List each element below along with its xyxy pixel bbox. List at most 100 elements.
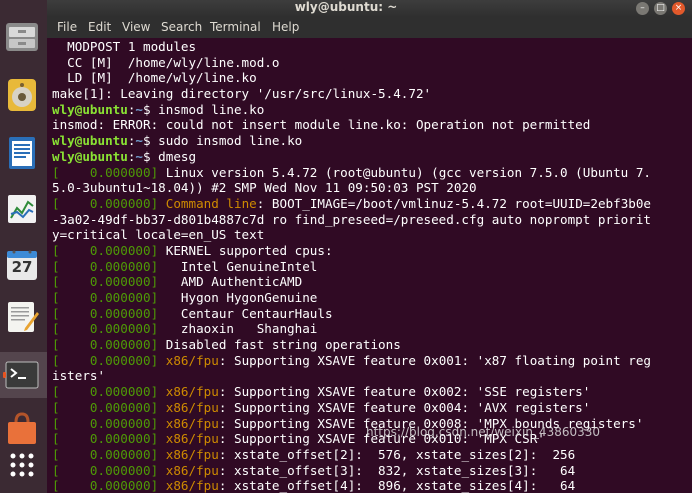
terminal-text-segment: y=critical locale=en_US text: [52, 227, 265, 243]
calendar-icon[interactable]: 27: [3, 246, 41, 284]
menu-help[interactable]: Help: [272, 17, 299, 38]
terminal-text-segment: wly@ubuntu: [52, 101, 128, 117]
terminal-text-segment: [ 0.000000]: [52, 337, 159, 353]
terminal-text-segment: x86/fpu: [165, 384, 219, 400]
terminal-text-segment: : Supporting XSAVE feature 0x004: 'AVX r…: [218, 399, 591, 415]
terminal-text-segment: ~: [135, 133, 144, 149]
menu-file[interactable]: File: [57, 17, 77, 38]
terminal-text-segment: : Supporting XSAVE feature 0x001: 'x87 f…: [218, 352, 652, 368]
terminal-text-segment: x86/fpu: [165, 415, 219, 431]
terminal-line: [ 0.000000] zhaoxin Shanghai: [52, 321, 692, 337]
minimize-icon[interactable]: –: [636, 2, 649, 15]
terminal-text-segment: wly@ubuntu: [52, 148, 128, 164]
terminal-text-segment: [ 0.000000]: [52, 164, 159, 180]
terminal-icon[interactable]: [3, 356, 41, 394]
terminal-text-segment: [ 0.000000]: [52, 258, 159, 274]
terminal-line: make[1]: Leaving directory '/usr/src/lin…: [52, 86, 692, 102]
terminal-text-segment: isters': [52, 368, 106, 384]
menu-view[interactable]: View: [122, 17, 150, 38]
terminal-text-segment: -3a02-49df-bb37-d801b4887c7d ro find_pre…: [52, 211, 651, 227]
terminal-text-segment: Command line: [165, 195, 257, 211]
terminal-line: -3a02-49df-bb37-d801b4887c7d ro find_pre…: [52, 212, 692, 228]
rhythmbox-icon[interactable]: [3, 76, 41, 114]
terminal-line: MODPOST 1 modules: [52, 39, 692, 55]
terminal-text-segment: Intel GenuineIntel: [158, 258, 318, 274]
menu-bar: File Edit View Search Terminal Help: [47, 17, 692, 38]
terminal-text-segment: [ 0.000000]: [52, 321, 159, 337]
terminal-line: y=critical locale=en_US text: [52, 227, 692, 243]
terminal-text-segment: x86/fpu: [165, 399, 219, 415]
terminal-line: [ 0.000000] AMD AuthenticAMD: [52, 274, 692, 290]
terminal-text-segment: KERNEL supported cpus:: [158, 242, 333, 258]
terminal-line: insmod: ERROR: could not insert module l…: [52, 117, 692, 133]
terminal-text-segment: $ dmesg: [143, 148, 197, 164]
terminal-line: CC [M] /home/wly/line.mod.o: [52, 55, 692, 71]
terminal-line: LD [M] /home/wly/line.ko: [52, 70, 692, 86]
window-title: wly@ubuntu: ~: [294, 0, 398, 14]
terminal-text-segment: [ 0.000000]: [52, 462, 159, 478]
files-icon[interactable]: [3, 18, 41, 56]
terminal-text-segment: [ 0.000000]: [52, 478, 159, 493]
calendar-day: 27: [11, 258, 33, 276]
text-editor-icon[interactable]: [3, 298, 41, 336]
terminal-text-segment: $ sudo insmod line.ko: [143, 133, 303, 149]
writer-icon[interactable]: [3, 134, 41, 172]
terminal-text-segment: [ 0.000000]: [52, 446, 159, 462]
terminal-text-segment: : BOOT_IMAGE=/boot/vmlinuz-5.4.72 root=U…: [256, 195, 652, 211]
menu-search[interactable]: Search: [161, 17, 202, 38]
close-icon[interactable]: ×: [672, 2, 685, 15]
terminal-line: [ 0.000000] Centaur CentaurHauls: [52, 306, 692, 322]
terminal-text-segment: [ 0.000000]: [52, 195, 159, 211]
terminal-text-segment: 5.0-3ubuntu1~18.04)) #2 SMP Wed Nov 11 0…: [52, 180, 477, 196]
terminal-text-segment: [ 0.000000]: [52, 305, 159, 321]
terminal-text-segment: : xstate_offset[2]: 576, xstate_sizes[2]…: [218, 446, 576, 462]
menu-terminal[interactable]: Terminal: [210, 17, 261, 38]
terminal-line: [ 0.000000] Linux version 5.4.72 (root@u…: [52, 165, 692, 181]
terminal-text-segment: x86/fpu: [165, 462, 219, 478]
terminal-text-segment: MODPOST 1 modules: [52, 39, 197, 54]
terminal-text-segment: x86/fpu: [165, 478, 219, 493]
menu-edit[interactable]: Edit: [88, 17, 111, 38]
terminal-text-segment: [ 0.000000]: [52, 242, 159, 258]
terminal-text-segment: LD [M] /home/wly/line.ko: [52, 70, 257, 86]
terminal-text-segment: insmod: ERROR: could not insert module l…: [52, 117, 591, 133]
terminal-line: isters': [52, 368, 692, 384]
terminal-text-segment: [ 0.000000]: [52, 431, 159, 447]
terminal-line: [ 0.000000] Intel GenuineIntel: [52, 259, 692, 275]
calc-icon[interactable]: [3, 190, 41, 228]
terminal-text-segment: x86/fpu: [165, 446, 219, 462]
launcher-dock: 27: [0, 0, 47, 493]
terminal-line: [ 0.000000] KERNEL supported cpus:: [52, 243, 692, 259]
terminal-text-segment: zhaoxin Shanghai: [158, 321, 318, 337]
maximize-icon[interactable]: □: [654, 2, 667, 15]
show-apps-icon[interactable]: [3, 446, 41, 484]
terminal-text-segment: $ insmod line.ko: [143, 101, 265, 117]
terminal-line: [ 0.000000] x86/fpu: Supporting XSAVE fe…: [52, 353, 692, 369]
terminal-text-segment: [ 0.000000]: [52, 415, 159, 431]
terminal-text-segment: : xstate_offset[3]: 832, xstate_sizes[3]…: [218, 462, 576, 478]
window-titlebar[interactable]: wly@ubuntu: ~ – □ ×: [0, 0, 692, 17]
terminal-text-segment: [ 0.000000]: [52, 384, 159, 400]
terminal-line: wly@ubuntu:~$ insmod line.ko: [52, 102, 692, 118]
terminal-line: [ 0.000000] Disabled fast string operati…: [52, 337, 692, 353]
terminal-text-segment: x86/fpu: [165, 431, 219, 447]
terminal-text-segment: make[1]: Leaving directory '/usr/src/lin…: [52, 86, 432, 102]
terminal-line: [ 0.000000] x86/fpu: xstate_offset[4]: 8…: [52, 478, 692, 493]
terminal-text-segment: Centaur CentaurHauls: [158, 305, 333, 321]
terminal-line: [ 0.000000] x86/fpu: xstate_offset[3]: 8…: [52, 463, 692, 479]
terminal-text-segment: ~: [135, 101, 144, 117]
terminal-text-segment: Linux version 5.4.72 (root@ubuntu) (gcc …: [158, 164, 651, 180]
terminal-line: [ 0.000000] x86/fpu: Supporting XSAVE fe…: [52, 384, 692, 400]
terminal-text-segment: : xstate_offset[4]: 896, xstate_sizes[4]…: [218, 478, 576, 493]
software-icon[interactable]: [3, 408, 41, 446]
running-indicator: [3, 372, 6, 378]
